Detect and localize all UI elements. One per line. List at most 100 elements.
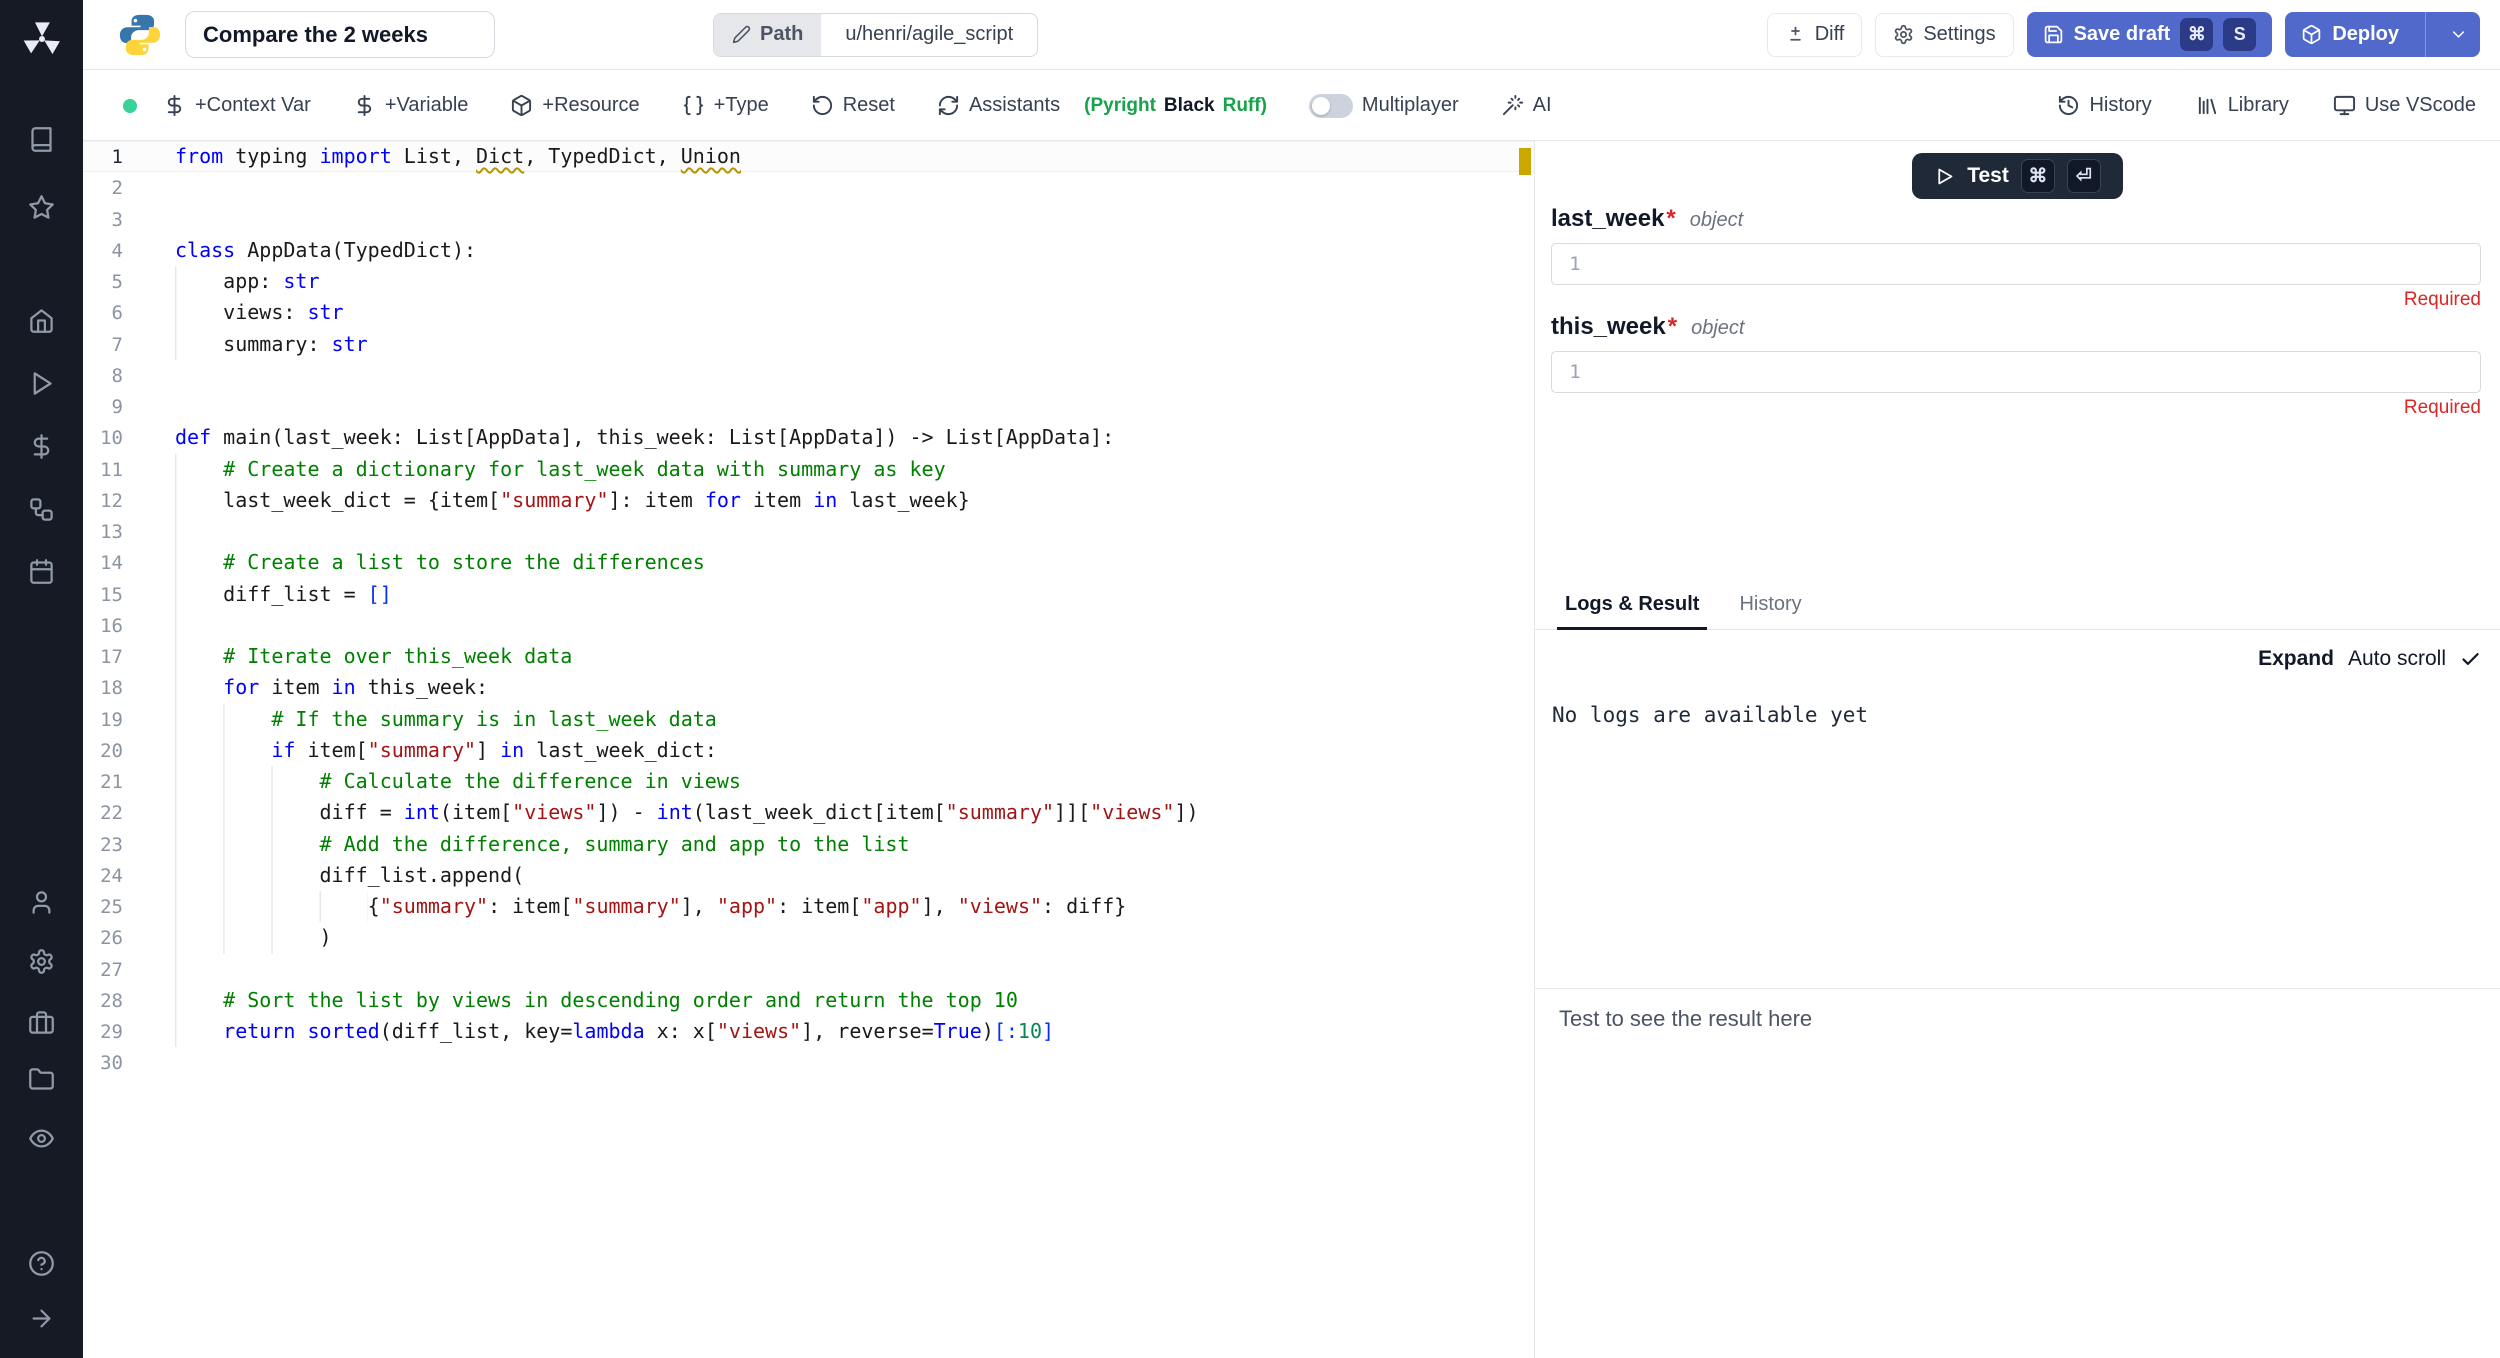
- pencil-icon: [732, 25, 751, 44]
- code-line[interactable]: 28# Sort the list by views in descending…: [83, 985, 1534, 1016]
- edit-path-button[interactable]: Path: [714, 14, 821, 56]
- logs-tabs: Logs & Result History: [1535, 582, 2500, 630]
- notebook-icon[interactable]: [0, 126, 83, 153]
- add-context-var-button[interactable]: +Context Var: [163, 94, 311, 117]
- input-area[interactable]: [1598, 244, 2480, 284]
- assistants-button[interactable]: Assistants: [937, 94, 1060, 117]
- run-panel: Test ⌘ ⏎ last_week* object 1 Required th…: [1534, 141, 2500, 1358]
- line-number: 20: [83, 736, 123, 767]
- auto-scroll-check-icon[interactable]: [2460, 649, 2481, 670]
- expand-button[interactable]: Expand: [2258, 647, 2334, 671]
- code-line[interactable]: 23# Add the difference, summary and app …: [83, 829, 1534, 860]
- this-week-input[interactable]: 1: [1551, 351, 2481, 393]
- diff-icon: [1785, 24, 1806, 45]
- flows-workflow-icon[interactable]: [0, 496, 83, 523]
- code-line[interactable]: 10def main(last_week: List[AppData], thi…: [83, 422, 1534, 453]
- variables-dollar-icon[interactable]: [0, 433, 83, 460]
- tab-logs-result[interactable]: Logs & Result: [1557, 593, 1707, 629]
- collapse-arrow-icon[interactable]: [0, 1305, 83, 1332]
- code-line[interactable]: 17# Iterate over this_week data: [83, 641, 1534, 672]
- code-line[interactable]: 25{"summary": item["summary"], "app": it…: [83, 891, 1534, 922]
- line-number: 14: [83, 548, 123, 579]
- script-path[interactable]: u/henri/agile_script: [821, 14, 1037, 56]
- code-line[interactable]: 22diff = int(item["views"]) - int(last_w…: [83, 797, 1534, 828]
- code-line[interactable]: 5app: str: [83, 266, 1534, 297]
- auto-scroll-label[interactable]: Auto scroll: [2348, 647, 2446, 671]
- reset-button[interactable]: Reset: [811, 94, 895, 117]
- field-type: object: [1690, 209, 1743, 232]
- windmill-logo-icon[interactable]: [0, 18, 83, 60]
- code-line[interactable]: 19# If the summary is in last_week data: [83, 704, 1534, 735]
- code-line[interactable]: 26): [83, 922, 1534, 953]
- library-button[interactable]: Library: [2196, 94, 2289, 117]
- code-line[interactable]: 3: [83, 204, 1534, 235]
- braces-icon: [682, 94, 705, 117]
- diff-button[interactable]: Diff: [1767, 13, 1863, 57]
- line-number: 28: [83, 986, 123, 1017]
- runs-play-icon[interactable]: [0, 370, 83, 397]
- line-number: 9: [83, 392, 123, 423]
- indent-guide: [175, 297, 223, 328]
- code-line[interactable]: 14# Create a list to store the differenc…: [83, 547, 1534, 578]
- code-line[interactable]: 13: [83, 516, 1534, 547]
- code-line[interactable]: 8: [83, 360, 1534, 391]
- ai-button[interactable]: AI: [1501, 94, 1552, 117]
- save-draft-button[interactable]: Save draft ⌘ S: [2027, 12, 2273, 57]
- home-icon[interactable]: [0, 307, 83, 334]
- code-line[interactable]: 27: [83, 954, 1534, 985]
- settings-button[interactable]: Settings: [1875, 13, 2013, 57]
- add-resource-button[interactable]: +Resource: [510, 94, 639, 117]
- multiplayer-toggle[interactable]: [1309, 94, 1353, 118]
- code-line[interactable]: 24diff_list.append(: [83, 860, 1534, 891]
- code-line[interactable]: 21# Calculate the difference in views: [83, 766, 1534, 797]
- code-line[interactable]: 18for item in this_week:: [83, 672, 1534, 703]
- code-line[interactable]: 1from typing import List, Dict, TypedDic…: [83, 141, 1534, 172]
- code-line[interactable]: 9: [83, 391, 1534, 422]
- user-icon[interactable]: [0, 889, 83, 916]
- code-line[interactable]: 15diff_list = []: [83, 579, 1534, 610]
- add-type-button[interactable]: +Type: [682, 94, 769, 117]
- box-icon: [510, 94, 533, 117]
- indent-guide: [175, 547, 223, 578]
- input-area[interactable]: [1598, 352, 2480, 392]
- line-number: 11: [83, 455, 123, 486]
- code-line[interactable]: 30: [83, 1047, 1534, 1078]
- kbd-cmd-badge: ⌘: [2180, 18, 2213, 51]
- code-line[interactable]: 7summary: str: [83, 329, 1534, 360]
- add-variable-button[interactable]: +Variable: [353, 94, 469, 117]
- code-line[interactable]: 6views: str: [83, 297, 1534, 328]
- gear-icon[interactable]: [0, 948, 83, 975]
- line-number: 2: [83, 173, 123, 204]
- no-logs-message: No logs are available yet: [1552, 703, 1868, 727]
- code-line[interactable]: 12last_week_dict = {item["summary"]: ite…: [83, 485, 1534, 516]
- script-title-input[interactable]: Compare the 2 weeks: [185, 11, 495, 58]
- code-line[interactable]: 16: [83, 610, 1534, 641]
- code-line[interactable]: 29return sorted(diff_list, key=lambda x:…: [83, 1016, 1534, 1047]
- test-button[interactable]: Test ⌘ ⏎: [1912, 153, 2123, 199]
- code-line[interactable]: 2: [83, 172, 1534, 203]
- topbar-actions: Diff Settings Save draft ⌘ S Deploy: [1767, 12, 2480, 57]
- help-icon[interactable]: [0, 1250, 83, 1277]
- audit-eye-icon[interactable]: [0, 1125, 83, 1152]
- deploy-caret-button[interactable]: [2436, 12, 2480, 57]
- workers-briefcase-icon[interactable]: [0, 1009, 83, 1036]
- line-number: 27: [83, 955, 123, 986]
- schedules-calendar-icon[interactable]: [0, 558, 83, 585]
- code-editor[interactable]: 1from typing import List, Dict, TypedDic…: [83, 141, 1534, 1358]
- field-name: last_week: [1551, 205, 1664, 233]
- tab-history[interactable]: History: [1731, 593, 1809, 629]
- code-line[interactable]: 20if item["summary"] in last_week_dict:: [83, 735, 1534, 766]
- lint-black: Black: [1164, 95, 1215, 117]
- save-icon: [2043, 24, 2064, 45]
- history-button[interactable]: History: [2057, 94, 2151, 117]
- line-number: 29: [83, 1017, 123, 1048]
- code-line[interactable]: 11# Create a dictionary for last_week da…: [83, 454, 1534, 485]
- line-number: 1: [83, 142, 123, 173]
- star-icon[interactable]: [0, 194, 83, 221]
- code-line[interactable]: 4class AppData(TypedDict):: [83, 235, 1534, 266]
- use-vscode-button[interactable]: Use VScode: [2333, 94, 2476, 117]
- last-week-input[interactable]: 1: [1551, 243, 2481, 285]
- folder-icon[interactable]: [0, 1066, 83, 1093]
- deploy-button[interactable]: Deploy: [2285, 12, 2480, 57]
- line-number: 13: [83, 517, 123, 548]
